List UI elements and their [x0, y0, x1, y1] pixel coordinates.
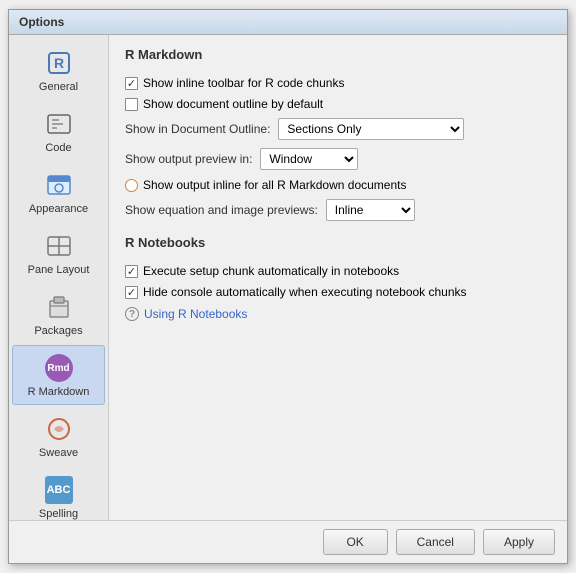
outline-label: Show in Document Outline: — [125, 122, 270, 136]
outline-row: Show in Document Outline: Sections Only … — [125, 118, 551, 140]
apply-button[interactable]: Apply — [483, 529, 555, 555]
sidebar-item-spelling[interactable]: ABC Spelling — [12, 467, 105, 520]
check4-checkbox[interactable]: ✓ — [125, 265, 138, 278]
section2-title: R Notebooks — [125, 235, 551, 254]
section1-title: R Markdown — [125, 47, 551, 66]
sidebar: R General Code — [9, 35, 109, 520]
preview-label: Show output preview in: — [125, 152, 252, 166]
footer: OK Cancel Apply — [9, 520, 567, 563]
sweave-icon — [43, 413, 75, 445]
sidebar-item-general[interactable]: R General — [12, 40, 105, 100]
outline-select[interactable]: Sections Only Sections and Named Chunks … — [278, 118, 464, 140]
sidebar-item-appearance[interactable]: Appearance — [12, 162, 105, 222]
sidebar-item-sweave[interactable]: Sweave — [12, 406, 105, 466]
check1-checkbox[interactable]: ✓ — [125, 77, 138, 90]
check2-checkbox[interactable] — [125, 98, 138, 111]
packages-icon — [43, 291, 75, 323]
check3-checkbox[interactable] — [125, 179, 138, 192]
sidebar-item-rmarkdown[interactable]: Rmd R Markdown — [12, 345, 105, 405]
sidebar-label-packages: Packages — [34, 325, 82, 337]
check5-row: ✓ Hide console automatically when execut… — [125, 285, 551, 299]
check2-label[interactable]: Show document outline by default — [125, 97, 323, 111]
check4-label[interactable]: ✓ Execute setup chunk automatically in n… — [125, 264, 399, 278]
cancel-button[interactable]: Cancel — [396, 529, 475, 555]
sidebar-item-pane-layout[interactable]: Pane Layout — [12, 223, 105, 283]
check2-row: Show document outline by default — [125, 97, 551, 111]
dialog-title: Options — [19, 15, 64, 29]
check1-row: ✓ Show inline toolbar for R code chunks — [125, 76, 551, 90]
help-link-text: Using R Notebooks — [144, 307, 247, 321]
check1-label[interactable]: ✓ Show inline toolbar for R code chunks — [125, 76, 344, 90]
preview-row: Show output preview in: Window Viewer Pa… — [125, 148, 551, 170]
code-icon — [43, 108, 75, 140]
equation-label: Show equation and image previews: — [125, 203, 318, 217]
sidebar-label-appearance: Appearance — [29, 203, 88, 215]
equation-select[interactable]: Inline In a Tooltip Never — [326, 199, 415, 221]
spelling-icon: ABC — [43, 474, 75, 506]
sidebar-label-general: General — [39, 81, 78, 93]
sidebar-label-code: Code — [45, 142, 71, 154]
sidebar-item-code[interactable]: Code — [12, 101, 105, 161]
sidebar-label-sweave: Sweave — [39, 447, 78, 459]
check3-label[interactable]: Show output inline for all R Markdown do… — [125, 178, 406, 192]
sidebar-item-packages[interactable]: Packages — [12, 284, 105, 344]
pane-icon — [43, 230, 75, 262]
preview-select[interactable]: Window Viewer Pane None — [260, 148, 358, 170]
general-icon: R — [43, 47, 75, 79]
sidebar-label-spelling: Spelling — [39, 508, 78, 520]
svg-text:R: R — [53, 55, 63, 71]
content-area: R General Code — [9, 35, 567, 520]
sidebar-label-pane-layout: Pane Layout — [28, 264, 90, 276]
rmd-icon: Rmd — [43, 352, 75, 384]
options-dialog: Options R General — [8, 9, 568, 564]
check5-checkbox[interactable]: ✓ — [125, 286, 138, 299]
check4-row: ✓ Execute setup chunk automatically in n… — [125, 264, 551, 278]
main-panel: R Markdown ✓ Show inline toolbar for R c… — [109, 35, 567, 520]
help-icon: ? — [125, 307, 139, 321]
check3-row: Show output inline for all R Markdown do… — [125, 178, 551, 192]
help-link[interactable]: ? Using R Notebooks — [125, 307, 551, 321]
sidebar-label-rmarkdown: R Markdown — [28, 386, 90, 398]
equation-row: Show equation and image previews: Inline… — [125, 199, 551, 221]
title-bar: Options — [9, 10, 567, 35]
appearance-icon — [43, 169, 75, 201]
notebooks-section: R Notebooks ✓ Execute setup chunk automa… — [125, 235, 551, 321]
check5-label[interactable]: ✓ Hide console automatically when execut… — [125, 285, 467, 299]
ok-button[interactable]: OK — [323, 529, 388, 555]
